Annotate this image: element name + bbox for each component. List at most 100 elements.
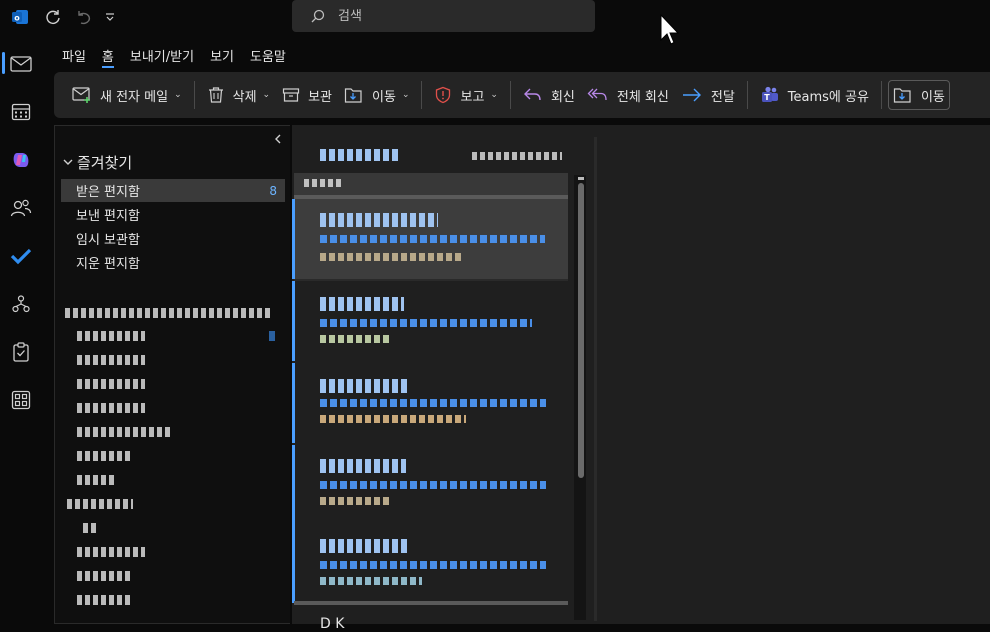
people-icon[interactable]	[8, 195, 34, 221]
search-icon	[311, 9, 325, 23]
redacted-subject	[320, 481, 546, 489]
redacted-sender	[320, 539, 408, 553]
archive-icon	[282, 88, 300, 102]
folder-deleted[interactable]: 지운 편지함	[61, 251, 285, 274]
new-mail-button[interactable]: 새 전자 메일 ⌄	[66, 79, 188, 111]
redacted-subject	[320, 399, 546, 407]
reply-icon	[523, 88, 541, 101]
redacted-list-title	[320, 149, 398, 161]
todo-icon[interactable]	[8, 243, 34, 269]
reading-pane	[600, 125, 990, 624]
delete-button[interactable]: 삭제 ⌄	[201, 79, 276, 111]
share-to-teams-button[interactable]: T Teams에 공유	[754, 79, 875, 111]
shield-report-icon	[436, 86, 451, 104]
move-label: 이동	[372, 89, 396, 105]
move-to-icon	[893, 88, 911, 103]
menu-bar: 파일 홈 보내기/받기 보기 도움말	[54, 40, 294, 70]
redacted-folder[interactable]	[77, 547, 145, 557]
move-to-button[interactable]: 이동	[887, 80, 950, 110]
redacted-folder[interactable]	[77, 379, 145, 389]
pane-splitter[interactable]	[594, 137, 597, 621]
undo-icon[interactable]	[73, 7, 93, 27]
report-button[interactable]: 보고 ⌄	[428, 79, 503, 111]
reply-all-icon	[587, 88, 607, 101]
redacted-count	[269, 331, 275, 341]
scrollbar-thumb[interactable]	[578, 183, 584, 478]
new-mail-label: 새 전자 메일	[100, 89, 169, 105]
tasks-icon[interactable]	[8, 339, 34, 365]
folder-inbox[interactable]: 받은 편지함 8	[61, 179, 285, 202]
message-item[interactable]	[292, 281, 568, 361]
collapse-pane-icon[interactable]	[274, 134, 282, 147]
redacted-folder[interactable]	[67, 499, 133, 509]
message-item[interactable]	[292, 363, 568, 443]
chevron-down-icon[interactable]: ⌄	[263, 90, 271, 100]
ribbon-divider	[193, 81, 195, 109]
scroll-up-button[interactable]	[578, 177, 584, 180]
redacted-sender	[320, 379, 408, 393]
folder-drafts[interactable]: 임시 보관함	[61, 227, 285, 250]
copilot-icon[interactable]	[8, 147, 34, 173]
redacted-preview	[320, 335, 390, 343]
menu-send-receive[interactable]: 보내기/받기	[122, 40, 202, 70]
ribbon-divider	[421, 81, 423, 109]
unread-indicator	[292, 445, 295, 525]
chevron-down-icon[interactable]: ⌄	[402, 90, 410, 100]
org-explorer-icon[interactable]	[8, 291, 34, 317]
redacted-folder[interactable]	[77, 355, 145, 365]
delete-label: 삭제	[232, 89, 257, 105]
chevron-down-icon[interactable]: ⌄	[490, 90, 498, 100]
app-rail	[0, 34, 40, 624]
redacted-folder[interactable]	[77, 451, 133, 461]
redacted-sender	[320, 297, 404, 311]
message-item[interactable]	[292, 525, 568, 603]
menu-file[interactable]: 파일	[54, 40, 94, 70]
redacted-folder[interactable]	[77, 571, 133, 581]
unread-indicator	[292, 525, 295, 603]
share-to-teams-label: Teams에 공유	[787, 89, 869, 105]
reply-all-button[interactable]: 전체 회신	[581, 79, 675, 111]
new-mail-icon	[72, 87, 90, 103]
folder-pane: 즐겨찾기 받은 편지함 8 보낸 편지함 임시 보관함 지운 편지함	[54, 125, 290, 624]
redacted-preview	[320, 577, 422, 585]
redacted-folder[interactable]	[83, 523, 99, 533]
redacted-folder[interactable]	[77, 331, 145, 341]
unread-count: 8	[269, 183, 277, 198]
menu-home[interactable]: 홈	[94, 40, 122, 70]
redacted-folder[interactable]	[77, 403, 145, 413]
redacted-account[interactable]	[65, 308, 273, 318]
redacted-folder[interactable]	[77, 595, 133, 605]
redacted-folder[interactable]	[77, 427, 173, 437]
redacted-filter[interactable]	[472, 152, 562, 160]
reply-button[interactable]: 회신	[517, 79, 581, 111]
forward-label: 전달	[710, 89, 735, 105]
redacted-group-label	[304, 179, 344, 187]
message-item[interactable]	[292, 199, 568, 279]
last-message-sender: D K	[320, 616, 345, 632]
ribbon-divider	[746, 81, 748, 109]
menu-help[interactable]: 도움말	[242, 40, 294, 70]
folder-sent[interactable]: 보낸 편지함	[61, 203, 285, 226]
customize-toolbar-icon[interactable]	[100, 7, 120, 27]
calendar-icon[interactable]	[8, 99, 34, 125]
forward-button[interactable]: 전달	[675, 79, 741, 111]
menu-view[interactable]: 보기	[202, 40, 242, 70]
sync-icon[interactable]	[43, 7, 63, 27]
folder-label: 임시 보관함	[76, 233, 140, 248]
mail-icon[interactable]	[8, 51, 34, 77]
chevron-down-icon[interactable]: ⌄	[174, 90, 182, 100]
more-apps-icon[interactable]	[8, 387, 34, 413]
message-item[interactable]	[292, 445, 568, 525]
search-input[interactable]	[338, 8, 538, 24]
outlook-logo-icon: o	[10, 7, 30, 27]
list-header	[292, 125, 592, 171]
favorites-header[interactable]: 즐겨찾기	[63, 152, 132, 173]
redacted-subject	[320, 561, 546, 569]
move-button[interactable]: 이동 ⌄	[338, 79, 415, 111]
archive-label: 보관	[308, 89, 333, 105]
archive-button[interactable]: 보관	[276, 79, 338, 111]
chevron-down-icon[interactable]	[63, 156, 73, 169]
redacted-folder[interactable]	[77, 475, 117, 485]
search-box[interactable]	[292, 0, 595, 32]
date-group-header[interactable]	[294, 173, 568, 195]
